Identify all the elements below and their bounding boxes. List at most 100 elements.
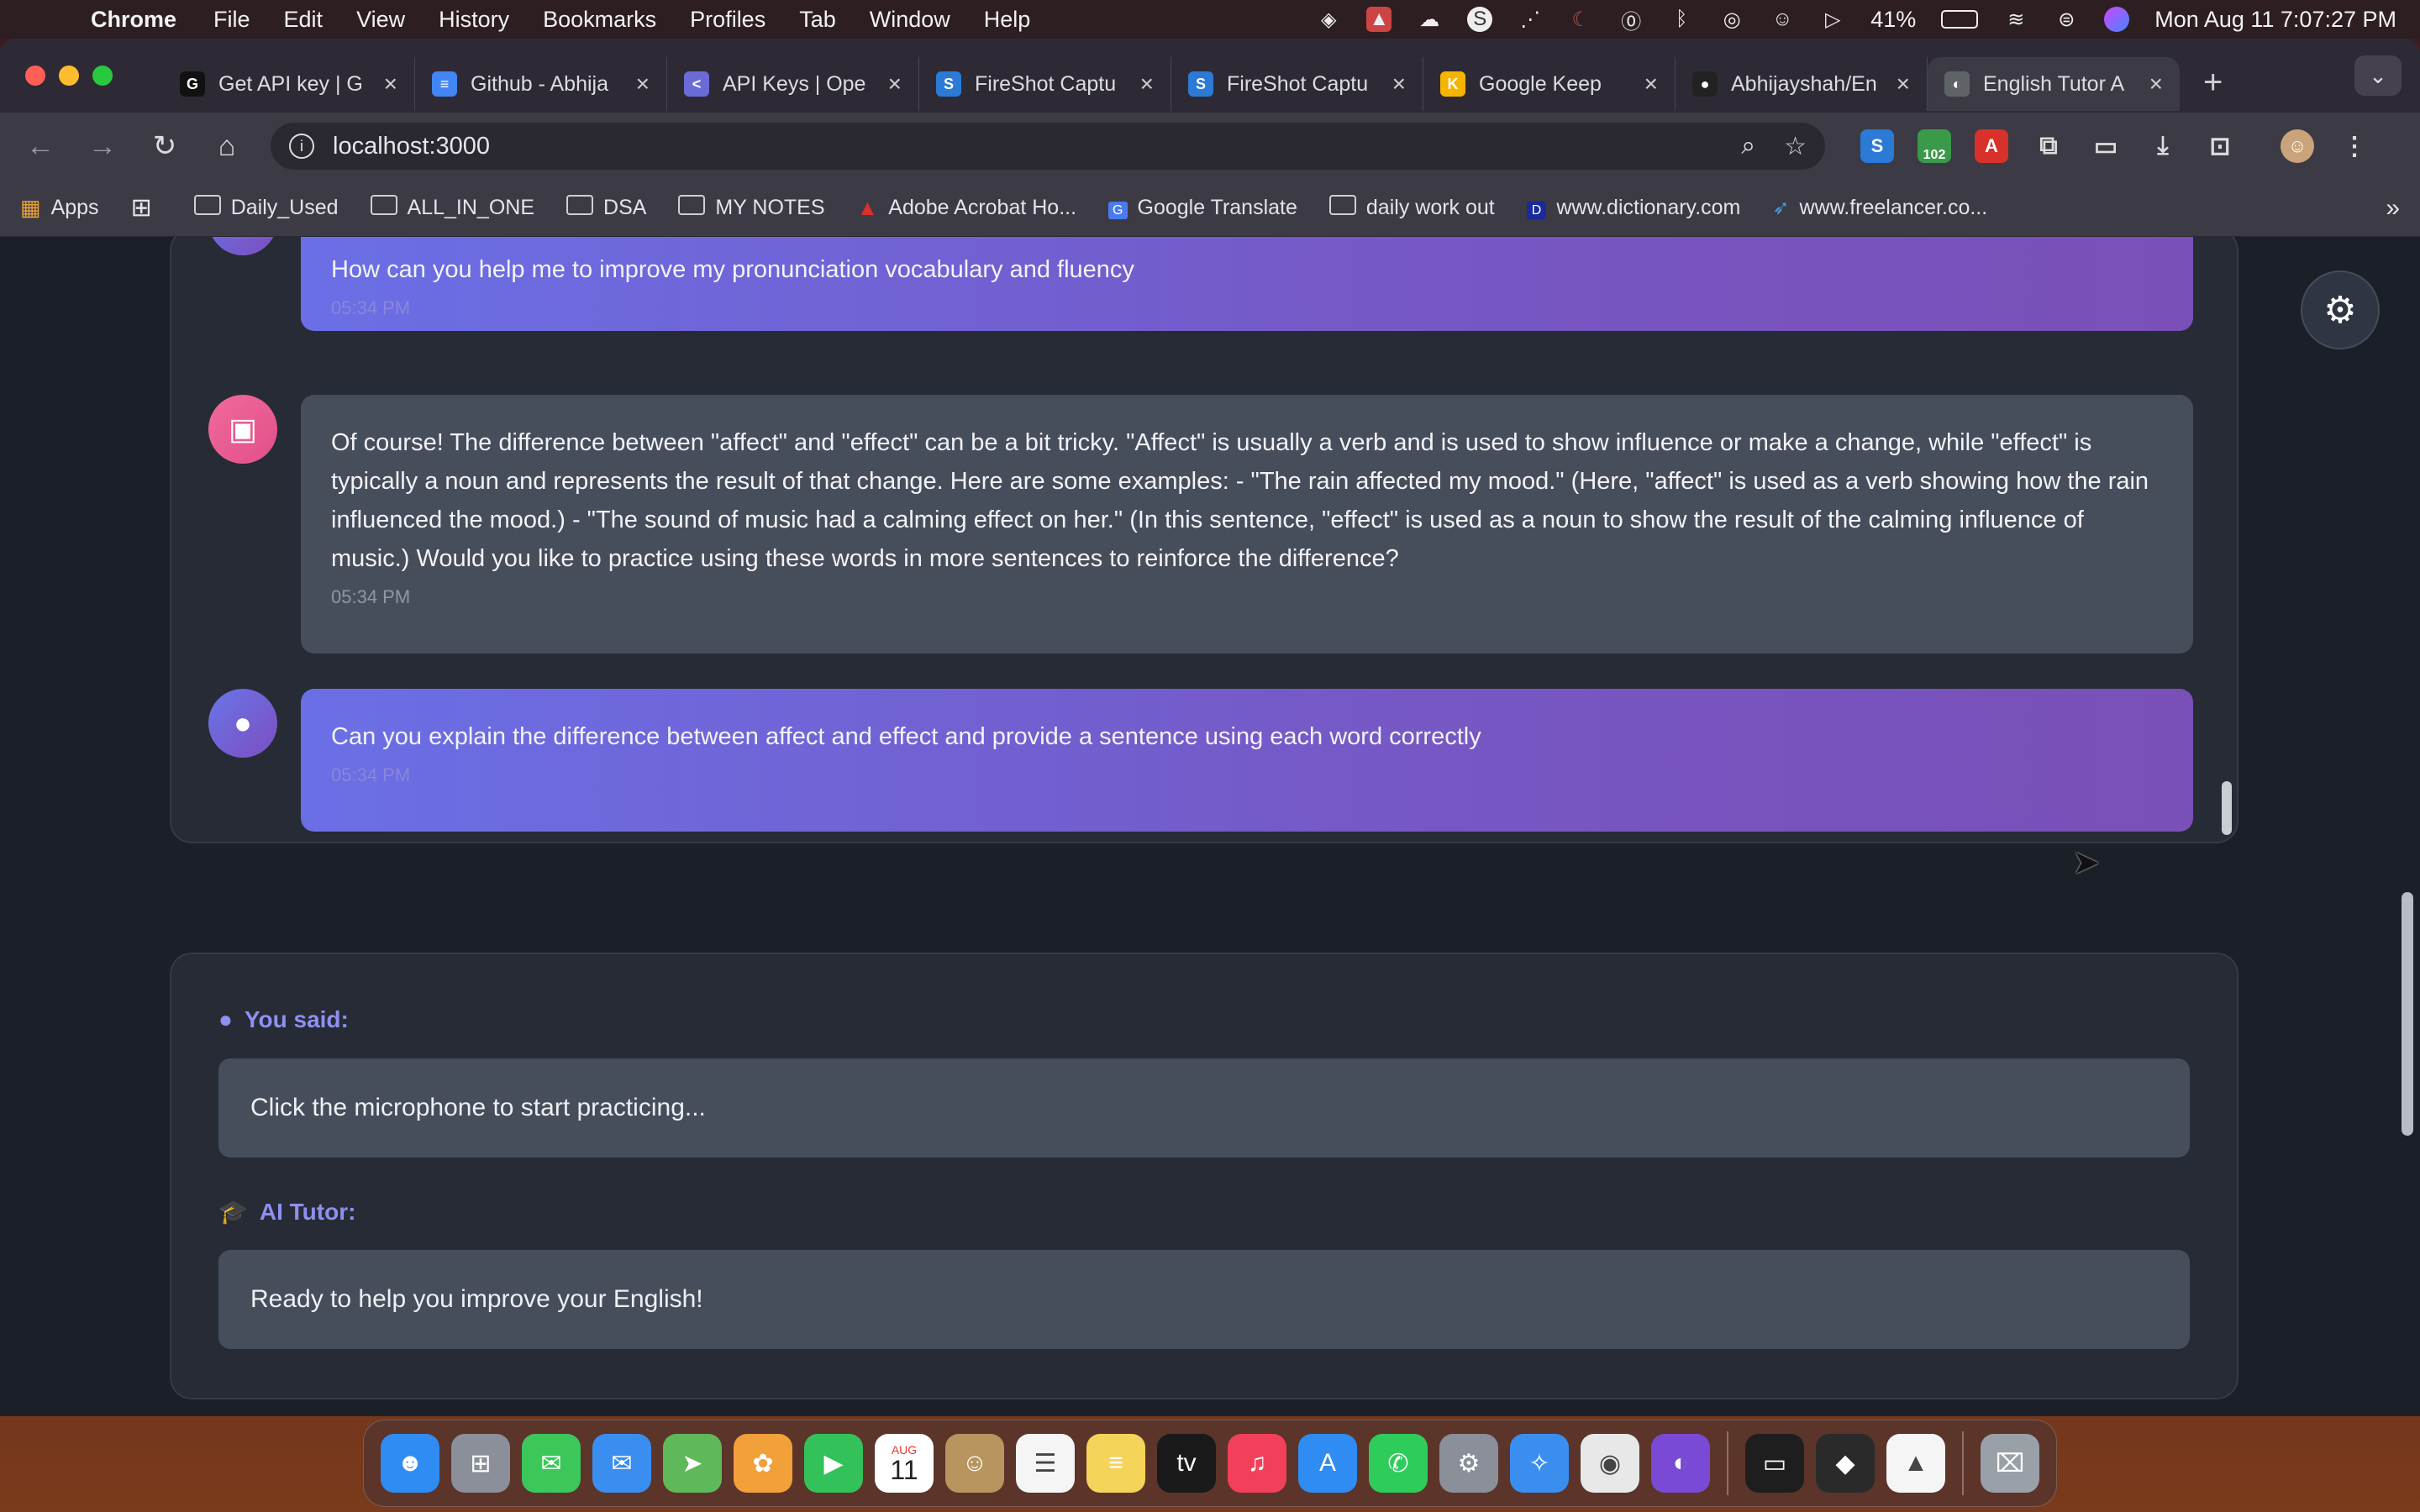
tab-search-button[interactable]: ⌄ [2354,55,2402,96]
browser-tab[interactable]: S FireShot Captu × [1171,57,1423,111]
tab-close-icon[interactable]: × [636,71,650,97]
layers-icon[interactable]: ◈ [1316,7,1341,32]
accessibility-icon[interactable]: ⓪ [1618,7,1644,34]
screenshot-icon[interactable]: ⊡ [2203,129,2237,163]
safari-icon[interactable]: ✧ [1510,1434,1569,1493]
page-scrollbar[interactable] [2402,892,2413,1136]
whatsapp-icon[interactable]: ✆ [1369,1434,1428,1493]
download-icon[interactable]: ⤓ [2146,129,2180,163]
menu-bookmarks[interactable]: Bookmarks [543,7,656,33]
user-status-icon[interactable]: ☺ [1770,7,1795,32]
cube-icon[interactable]: ◆ [1816,1434,1875,1493]
menu-file[interactable]: File [213,7,250,33]
calendar-icon[interactable]: AUG 11 [875,1434,934,1493]
appstore-icon[interactable]: A [1298,1434,1357,1493]
browser-tab[interactable]: ● Abhijayshah/En × [1676,57,1928,111]
reload-icon[interactable]: ↻ [146,129,183,163]
address-bar[interactable]: i localhost:3000 ⌕ ☆ [271,123,1825,170]
chat-container[interactable]: ● How can you help me to improve my pron… [170,237,2238,843]
acrobat-status-icon[interactable]: ▲ [1366,7,1392,32]
tab-close-icon[interactable]: × [384,71,397,97]
minimize-window-button[interactable] [59,66,79,86]
browser-tab[interactable]: ≡ Github - Abhija × [415,57,667,111]
profile-avatar[interactable]: ☺ [2281,129,2314,163]
url-text[interactable]: localhost:3000 [333,133,490,160]
tab-close-icon[interactable]: × [1140,71,1154,97]
bookmark-folder[interactable]: ALL_IN_ONE [370,195,534,221]
bookmark-dictionary[interactable]: Dwww.dictionary.com [1526,196,1740,220]
firefox-icon[interactable]: ◐ [1651,1434,1710,1493]
facetime-icon[interactable]: ▶ [804,1434,863,1493]
bookmark-acrobat[interactable]: ▲ Adobe Acrobat Ho... [857,195,1077,221]
siri-icon[interactable] [2104,7,2130,32]
menu-window[interactable]: Window [870,7,950,33]
zoom-icon[interactable]: ⌕ [1741,132,1755,161]
menu-edit[interactable]: Edit [284,7,324,33]
drive-icon[interactable]: ▲ [1886,1434,1945,1493]
launchpad-icon[interactable]: ⊞ [451,1434,510,1493]
moon-icon[interactable]: ☾ [1568,7,1593,32]
battery-icon[interactable] [1941,10,1979,29]
back-icon[interactable]: ← [22,130,59,163]
contacts-icon[interactable]: ☺ [945,1434,1004,1493]
site-info-icon[interactable]: i [289,134,314,159]
bluetooth-icon[interactable]: ᛒ [1669,7,1694,32]
maps-icon[interactable]: ➤ [663,1434,722,1493]
chrome-icon[interactable]: ◉ [1581,1434,1639,1493]
new-tab-button[interactable]: + [2203,64,2223,102]
menu-tab[interactable]: Tab [799,7,836,33]
password-extension-icon[interactable]: 102 [1918,129,1951,163]
bookmark-folder[interactable]: daily work out [1328,195,1495,221]
browser-tab[interactable]: K Google Keep × [1423,57,1676,111]
bookmark-apps[interactable]: ▦ Apps [20,195,99,221]
airdrop-icon[interactable]: ◎ [1719,7,1744,32]
finder-icon[interactable]: ☻ [381,1434,439,1493]
clock[interactable]: Mon Aug 11 7:07:27 PM [2154,7,2396,33]
menu-app-name[interactable]: Chrome [91,7,176,33]
tab-close-icon[interactable]: × [888,71,902,97]
tab-close-icon[interactable]: × [1392,71,1406,97]
browser-tab[interactable]: ◐ English Tutor A × [1928,57,2180,111]
close-window-button[interactable] [25,66,45,86]
chat-scrollbar[interactable] [2222,781,2232,835]
tab-close-icon[interactable]: × [1897,71,1910,97]
menu-profiles[interactable]: Profiles [690,7,765,33]
acrobat-extension-icon[interactable]: A [1975,129,2008,163]
reading-mode-icon[interactable]: ▭ [2089,129,2123,163]
bookmark-folder[interactable]: Daily_Used [193,195,339,221]
settings-icon[interactable]: ⚙ [1439,1434,1498,1493]
wifi-icon[interactable]: ≋ [2003,7,2028,32]
play-icon[interactable]: ▷ [1820,7,1845,32]
settings-gear-icon[interactable]: ⚙ [2301,270,2380,349]
fireshot-extension-icon[interactable]: S [1860,129,1894,163]
forward-icon[interactable]: → [84,130,121,163]
menu-view[interactable]: View [356,7,405,33]
tab-close-icon[interactable]: × [2149,71,2163,97]
control-center-icon[interactable]: ⊜ [2054,7,2079,32]
browser-tab[interactable]: S FireShot Captu × [919,57,1171,111]
chrome-menu-icon[interactable]: ⋮ [2338,129,2371,163]
bookmark-freelancer[interactable]: ➶ www.freelancer.co... [1772,196,1987,220]
menu-history[interactable]: History [439,7,509,33]
bookmarks-overflow-icon[interactable]: » [2386,194,2400,223]
photos-icon[interactable]: ✿ [734,1434,792,1493]
mail-icon[interactable]: ✉ [592,1434,651,1493]
dots-icon[interactable]: ⋰ [1518,7,1543,32]
tv-icon[interactable]: tv [1157,1434,1216,1493]
messages-icon[interactable]: ✉ [522,1434,581,1493]
browser-tab[interactable]: < API Keys | Ope × [667,57,919,111]
menu-help[interactable]: Help [984,7,1031,33]
browser-tab[interactable]: G Get API key | G × [163,57,415,111]
bookmark-folder[interactable]: DSA [566,195,646,221]
cloud-icon[interactable]: ☁ [1417,7,1442,32]
reminders-icon[interactable]: ☰ [1016,1434,1075,1493]
tab-close-icon[interactable]: × [1644,71,1658,97]
bookmark-translate[interactable]: G Google Translate [1108,196,1297,220]
bookmark-grid[interactable]: ⊞ [131,193,162,223]
bookmark-star-icon[interactable]: ☆ [1784,132,1807,161]
shazam-icon[interactable]: S [1467,7,1493,32]
home-icon[interactable]: ⌂ [208,130,245,163]
bookmark-folder[interactable]: MY NOTES [678,195,825,221]
zoom-window-button[interactable] [92,66,113,86]
trash-icon[interactable]: ⌧ [1981,1434,2039,1493]
